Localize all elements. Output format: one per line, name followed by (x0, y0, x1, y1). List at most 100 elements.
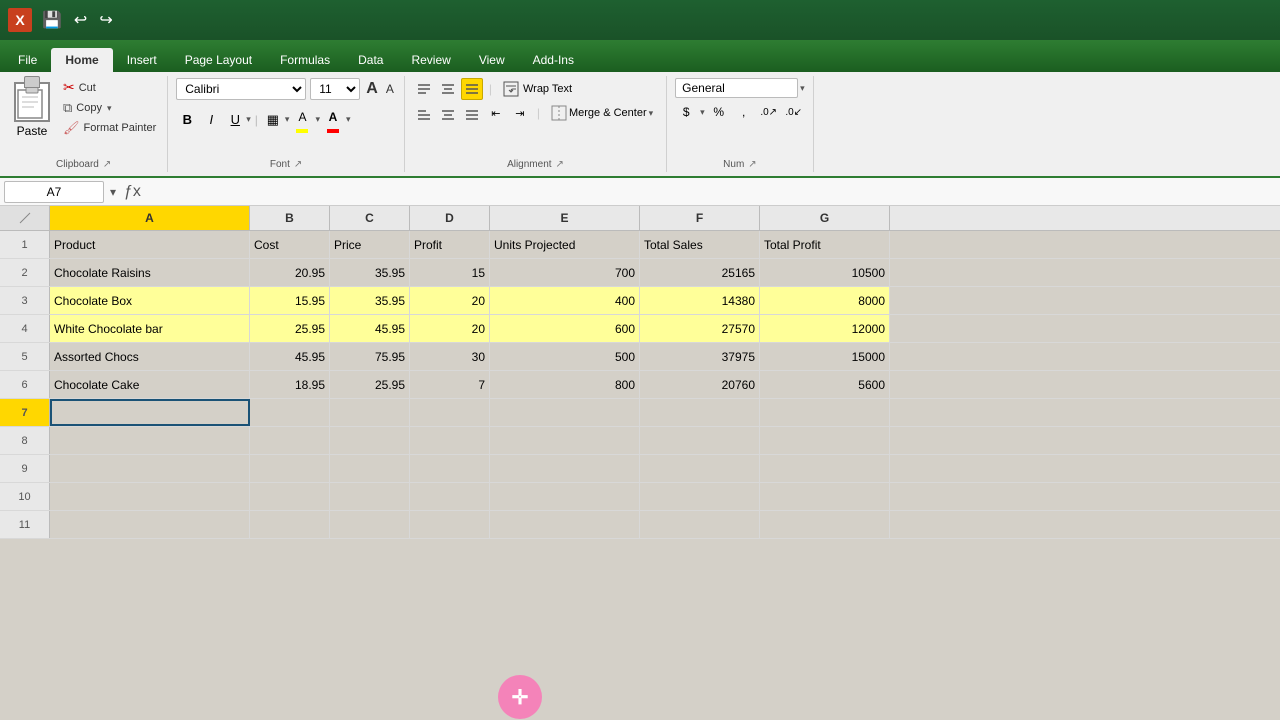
list-item[interactable] (760, 399, 890, 426)
list-item[interactable]: Price (330, 231, 410, 258)
merge-dropdown[interactable]: ▾ (649, 108, 654, 119)
tab-view[interactable]: View (465, 48, 519, 72)
row-number[interactable]: 6 (0, 371, 50, 398)
row-number[interactable]: 9 (0, 455, 50, 482)
row-number[interactable]: 4 (0, 315, 50, 342)
undo-icon[interactable]: ↩ (70, 8, 91, 32)
list-item[interactable]: 800 (490, 371, 640, 398)
underline-button[interactable]: U (224, 109, 246, 131)
tab-add-ins[interactable]: Add-Ins (519, 48, 588, 72)
list-item[interactable]: 35.95 (330, 259, 410, 286)
name-box[interactable]: A7 (4, 181, 104, 203)
font-shrink-button[interactable]: A (384, 82, 396, 96)
tab-data[interactable]: Data (344, 48, 397, 72)
list-item[interactable] (330, 455, 410, 482)
list-item[interactable]: Total Sales (640, 231, 760, 258)
row-number[interactable]: 8 (0, 427, 50, 454)
list-item[interactable] (410, 399, 490, 426)
percent-button[interactable]: % (708, 101, 730, 123)
align-top-center-button[interactable] (437, 78, 459, 100)
font-size-select[interactable]: 11 (310, 78, 360, 100)
list-item[interactable] (50, 399, 250, 426)
list-item[interactable] (490, 483, 640, 510)
tab-formulas[interactable]: Formulas (266, 48, 344, 72)
list-item[interactable] (760, 511, 890, 538)
indent-increase-button[interactable]: ⇥ (509, 102, 531, 124)
list-item[interactable]: 8000 (760, 287, 890, 314)
copy-dropdown[interactable]: ▾ (107, 103, 112, 114)
list-item[interactable]: Cost (250, 231, 330, 258)
decrease-decimal-button[interactable]: .0↙ (783, 101, 805, 123)
list-item[interactable]: 75.95 (330, 343, 410, 370)
list-item[interactable]: 15.95 (250, 287, 330, 314)
number-format-dropdown[interactable]: ▾ (800, 83, 805, 94)
row-number[interactable]: 5 (0, 343, 50, 370)
col-header-B[interactable]: B (250, 206, 330, 230)
list-item[interactable] (410, 511, 490, 538)
list-item[interactable]: 45.95 (330, 315, 410, 342)
align-top-right-button[interactable] (461, 78, 483, 100)
font-color-button[interactable]: A (322, 106, 344, 128)
tab-home[interactable]: Home (51, 48, 112, 72)
copy-button[interactable]: ⧉ Copy ▾ (60, 99, 159, 117)
format-painter-button[interactable]: 🖌 Format Painter (60, 119, 159, 137)
list-item[interactable]: 20760 (640, 371, 760, 398)
col-header-A[interactable]: A (50, 206, 250, 230)
list-item[interactable] (50, 455, 250, 482)
list-item[interactable] (250, 399, 330, 426)
currency-button[interactable]: $ (675, 101, 697, 123)
align-bottom-left-button[interactable] (413, 102, 435, 124)
font-expand-icon[interactable]: ↗ (294, 159, 302, 170)
list-item[interactable] (760, 483, 890, 510)
list-item[interactable]: 27570 (640, 315, 760, 342)
bold-button[interactable]: B (176, 109, 198, 131)
list-item[interactable] (640, 483, 760, 510)
paste-button[interactable]: Paste (8, 78, 56, 142)
alignment-expand-icon[interactable]: ↗ (556, 159, 564, 170)
redo-icon[interactable]: ↪ (95, 8, 116, 32)
list-item[interactable] (330, 399, 410, 426)
align-top-left-button[interactable] (413, 78, 435, 100)
col-header-E[interactable]: E (490, 206, 640, 230)
comma-button[interactable]: , (733, 101, 755, 123)
row-number[interactable]: 11 (0, 511, 50, 538)
formula-input[interactable] (149, 181, 1276, 203)
list-item[interactable] (250, 511, 330, 538)
list-item[interactable]: 12000 (760, 315, 890, 342)
fill-color-button[interactable]: A (291, 106, 313, 128)
row-number[interactable]: 3 (0, 287, 50, 314)
list-item[interactable]: 10500 (760, 259, 890, 286)
list-item[interactable]: 15000 (760, 343, 890, 370)
row-number[interactable]: 1 (0, 231, 50, 258)
tab-insert[interactable]: Insert (113, 48, 171, 72)
col-header-F[interactable]: F (640, 206, 760, 230)
list-item[interactable] (410, 483, 490, 510)
tab-page-layout[interactable]: Page Layout (171, 48, 266, 72)
list-item[interactable] (410, 455, 490, 482)
save-icon[interactable]: 💾 (38, 8, 66, 32)
number-expand-icon[interactable]: ↗ (748, 159, 756, 170)
list-item[interactable]: 5600 (760, 371, 890, 398)
list-item[interactable] (250, 455, 330, 482)
list-item[interactable] (760, 427, 890, 454)
list-item[interactable]: 20.95 (250, 259, 330, 286)
col-header-C[interactable]: C (330, 206, 410, 230)
list-item[interactable]: 15 (410, 259, 490, 286)
list-item[interactable] (330, 483, 410, 510)
list-item[interactable]: Total Profit (760, 231, 890, 258)
fill-dropdown[interactable]: ▾ (315, 114, 320, 125)
list-item[interactable]: 400 (490, 287, 640, 314)
list-item[interactable] (50, 427, 250, 454)
underline-dropdown[interactable]: ▾ (246, 114, 251, 125)
align-bottom-center-button[interactable] (437, 102, 459, 124)
name-box-dropdown[interactable]: ▾ (110, 185, 116, 199)
list-item[interactable]: 20 (410, 287, 490, 314)
font-family-select[interactable]: Calibri (176, 78, 306, 100)
list-item[interactable]: 700 (490, 259, 640, 286)
indent-decrease-button[interactable]: ⇤ (485, 102, 507, 124)
function-wizard-icon[interactable]: ƒx (120, 183, 145, 201)
align-bottom-right-button[interactable] (461, 102, 483, 124)
font-color-dropdown[interactable]: ▾ (346, 114, 351, 125)
list-item[interactable]: Chocolate Box (50, 287, 250, 314)
list-item[interactable]: Assorted Chocs (50, 343, 250, 370)
